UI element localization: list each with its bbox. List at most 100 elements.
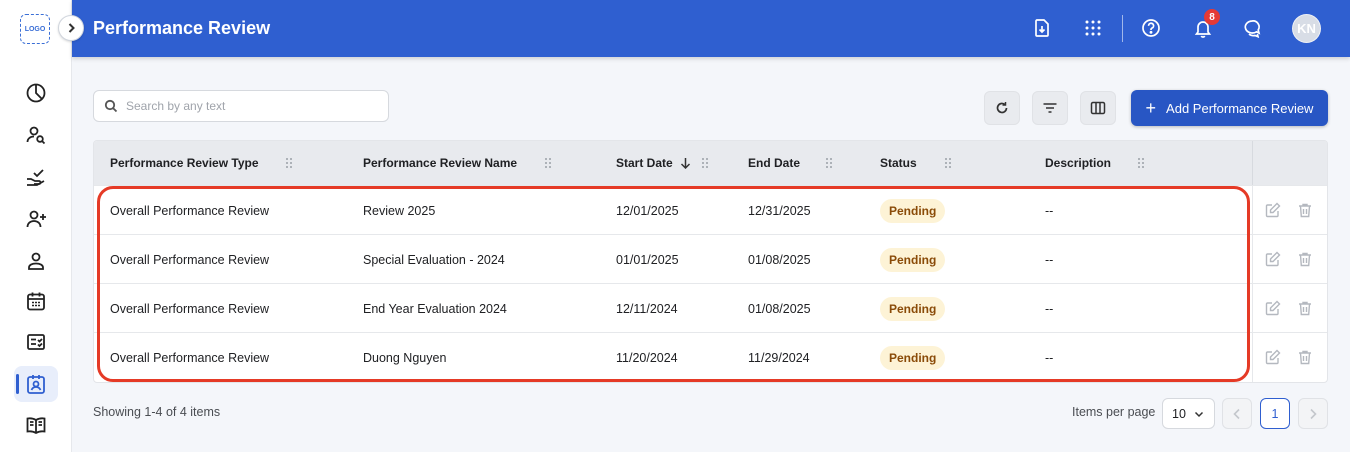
performance-review-icon xyxy=(27,375,45,394)
delete-icon[interactable] xyxy=(1297,202,1313,218)
cell-start-date: 12/11/2024 xyxy=(616,301,678,316)
sidebar: LOGO xyxy=(0,0,72,452)
logo: LOGO xyxy=(20,14,50,44)
prev-page-button[interactable] xyxy=(1222,398,1252,429)
expand-sidebar-button[interactable] xyxy=(58,15,84,41)
search-box[interactable] xyxy=(93,90,389,122)
column-header-status[interactable]: Status xyxy=(880,141,917,185)
delete-icon[interactable] xyxy=(1297,300,1313,316)
hand-check-icon xyxy=(27,169,45,186)
chevron-left-icon xyxy=(1233,408,1240,419)
sidebar-item-add-employee[interactable] xyxy=(14,201,58,237)
sidebar-item-performance-review[interactable] xyxy=(14,366,58,402)
sidebar-item-onboarding[interactable] xyxy=(14,159,58,195)
pie-chart-icon xyxy=(26,83,46,103)
table-row[interactable]: Overall Performance Review Duong Nguyen … xyxy=(94,332,1327,382)
search-input[interactable] xyxy=(126,99,366,113)
drag-handle-icon[interactable] xyxy=(701,157,709,169)
column-header-type[interactable]: Performance Review Type xyxy=(110,141,259,185)
chevron-down-icon xyxy=(1194,411,1203,417)
column-header-start-date[interactable]: Start Date xyxy=(616,141,691,185)
sidebar-item-handbook[interactable] xyxy=(14,407,58,443)
cell-start-date: 12/01/2025 xyxy=(616,203,679,218)
cell-description: -- xyxy=(1045,301,1054,316)
table-header: Performance Review Type Performance Revi… xyxy=(94,141,1327,185)
next-page-button[interactable] xyxy=(1298,398,1328,429)
notification-badge: 8 xyxy=(1204,9,1220,25)
edit-icon[interactable] xyxy=(1265,251,1281,267)
cell-description: -- xyxy=(1045,252,1054,267)
column-header-description[interactable]: Description xyxy=(1045,141,1111,185)
apps-grid-icon xyxy=(1085,20,1101,36)
apps-button[interactable] xyxy=(1080,15,1106,41)
sidebar-item-calendar[interactable] xyxy=(14,283,58,319)
cell-name: End Year Evaluation 2024 xyxy=(363,301,507,316)
table-row[interactable]: Overall Performance Review Special Evalu… xyxy=(94,234,1327,284)
sidebar-item-dashboard[interactable] xyxy=(14,75,58,111)
book-icon xyxy=(26,417,46,435)
filter-button[interactable] xyxy=(1032,91,1068,125)
top-header: Performance Review 8 KN xyxy=(72,0,1350,57)
cell-end-date: 12/31/2025 xyxy=(748,203,811,218)
sort-down-icon[interactable] xyxy=(680,157,691,169)
add-performance-review-button[interactable]: + Add Performance Review xyxy=(1131,90,1328,126)
cell-name: Review 2025 xyxy=(363,203,436,218)
status-badge: Pending xyxy=(880,247,946,272)
plus-icon: + xyxy=(1145,98,1157,118)
chat-button[interactable] xyxy=(1240,15,1266,41)
drag-handle-icon[interactable] xyxy=(944,157,952,169)
download-button[interactable] xyxy=(1029,15,1055,41)
active-indicator xyxy=(16,374,19,394)
page-title: Performance Review xyxy=(93,18,271,38)
table-row[interactable]: Overall Performance Review Review 2025 1… xyxy=(94,185,1327,235)
column-header-start-date-label: Start Date xyxy=(616,156,673,170)
page-button-current[interactable]: 1 xyxy=(1260,398,1290,429)
cell-end-date: 11/29/2024 xyxy=(748,350,810,365)
user-search-icon xyxy=(26,126,46,145)
user-icon xyxy=(28,252,44,270)
chat-icon xyxy=(1244,20,1261,38)
drag-handle-icon[interactable] xyxy=(1137,157,1145,169)
showing-items-text: Showing 1-4 of 4 items xyxy=(93,405,221,419)
sidebar-item-recruitment[interactable] xyxy=(14,117,58,153)
drag-handle-icon[interactable] xyxy=(544,157,552,169)
user-avatar[interactable]: KN xyxy=(1292,14,1321,43)
refresh-icon xyxy=(996,102,1008,114)
columns-button[interactable] xyxy=(1080,91,1116,125)
edit-icon[interactable] xyxy=(1265,202,1281,218)
items-per-page-label: Items per page xyxy=(1072,405,1156,419)
column-header-name[interactable]: Performance Review Name xyxy=(363,141,517,185)
sidebar-item-employee[interactable] xyxy=(14,243,58,279)
search-icon xyxy=(104,99,118,113)
table-row[interactable]: Overall Performance Review End Year Eval… xyxy=(94,283,1327,333)
cell-type: Overall Performance Review xyxy=(110,350,270,365)
column-header-end-date[interactable]: End Date xyxy=(748,141,800,185)
delete-icon[interactable] xyxy=(1297,349,1313,365)
cell-type: Overall Performance Review xyxy=(110,252,270,267)
row-actions xyxy=(1252,235,1327,284)
cell-status: Pending xyxy=(880,235,946,284)
sidebar-item-tasks[interactable] xyxy=(14,324,58,360)
row-actions xyxy=(1252,186,1327,235)
drag-handle-icon[interactable] xyxy=(285,157,293,169)
performance-review-table: Performance Review Type Performance Revi… xyxy=(93,140,1328,383)
column-header-actions xyxy=(1252,141,1327,185)
edit-icon[interactable] xyxy=(1265,349,1281,365)
help-button[interactable] xyxy=(1138,15,1164,41)
cell-end-date: 01/08/2025 xyxy=(748,301,811,316)
edit-icon[interactable] xyxy=(1265,300,1281,316)
row-actions xyxy=(1252,333,1327,382)
checklist-icon xyxy=(27,334,45,350)
status-badge: Pending xyxy=(880,345,946,370)
cell-name: Duong Nguyen xyxy=(363,350,447,365)
status-badge: Pending xyxy=(880,198,946,223)
cell-status: Pending xyxy=(880,333,946,382)
header-divider xyxy=(1122,15,1123,42)
chevron-right-icon xyxy=(1310,408,1317,419)
cell-end-date: 01/08/2025 xyxy=(748,252,811,267)
delete-icon[interactable] xyxy=(1297,251,1313,267)
drag-handle-icon[interactable] xyxy=(825,157,833,169)
notifications-button[interactable]: 8 xyxy=(1190,9,1220,41)
refresh-button[interactable] xyxy=(984,91,1020,125)
items-per-page-select[interactable]: 10 xyxy=(1162,398,1215,429)
